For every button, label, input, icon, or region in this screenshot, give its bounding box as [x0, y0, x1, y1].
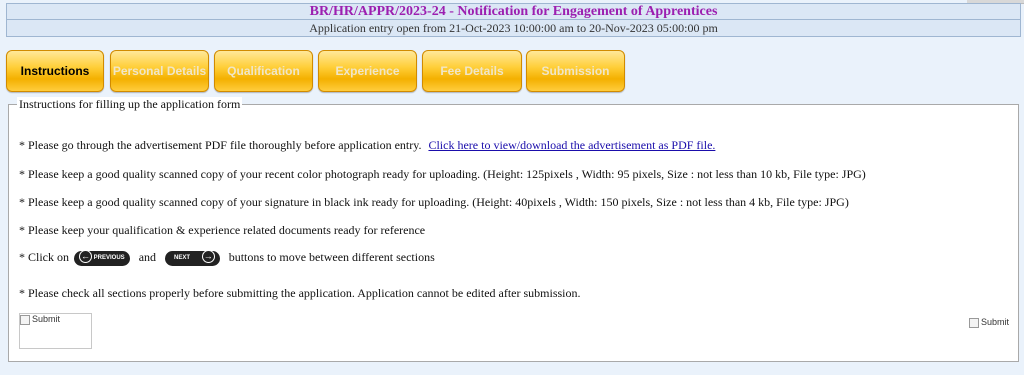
application-window-text: Application entry open from 21-Oct-2023 … — [309, 21, 718, 35]
instruction-line-documents: * Please keep your qualification & exper… — [19, 223, 426, 237]
instruction-text: * Please go through the advertisement PD… — [19, 138, 422, 152]
submit-image-button-left[interactable]: Submit — [19, 313, 92, 349]
instruction-line-signature: * Please keep a good quality scanned cop… — [19, 195, 849, 209]
broken-image-icon — [969, 317, 979, 328]
tab-instructions[interactable]: Instructions — [6, 50, 104, 92]
instruction-line-submission-warning: * Please check all sections properly bef… — [19, 286, 581, 300]
tab-submission[interactable]: Submission — [526, 50, 625, 92]
instruction-line-photo: * Please keep a good quality scanned cop… — [19, 167, 866, 181]
tab-qualification[interactable]: Qualification — [214, 50, 313, 92]
instruction-line-advertisement: * Please go through the advertisement PD… — [19, 138, 715, 153]
submit-image-button-right[interactable]: Submit — [969, 317, 1009, 328]
arrow-left-icon: ← — [79, 249, 92, 263]
tab-personal-details[interactable]: Personal Details — [110, 50, 209, 92]
submit-alt-text: Submit — [32, 314, 61, 324]
broken-image-icon — [20, 314, 30, 325]
tab-fee-details[interactable]: Fee Details — [422, 50, 522, 92]
page-title: BR/HR/APPR/2023-24 - Notification for En… — [7, 4, 1020, 20]
instruction-text: buttons to move between different sectio… — [228, 250, 435, 264]
instruction-line-navigation: * Click on ← PREVIOUS and NEXT → buttons… — [19, 249, 435, 266]
next-label: NEXT — [174, 254, 191, 261]
tab-experience[interactable]: Experience — [318, 50, 417, 92]
previous-button-image: ← PREVIOUS — [74, 249, 130, 266]
arrow-right-icon: → — [201, 249, 215, 263]
page-header: BR/HR/APPR/2023-24 - Notification for En… — [6, 3, 1021, 37]
instruction-text: * Click on — [19, 250, 69, 264]
fieldset-legend: Instructions for filling up the applicat… — [17, 97, 243, 112]
instructions-fieldset: Instructions for filling up the applicat… — [8, 97, 1019, 362]
submit-alt-text: Submit — [981, 317, 1010, 327]
previous-label: PREVIOUS — [93, 254, 125, 261]
instruction-text: and — [138, 250, 157, 264]
next-button-image: NEXT → — [165, 249, 220, 266]
advertisement-pdf-link[interactable]: Click here to view/download the advertis… — [428, 138, 715, 152]
